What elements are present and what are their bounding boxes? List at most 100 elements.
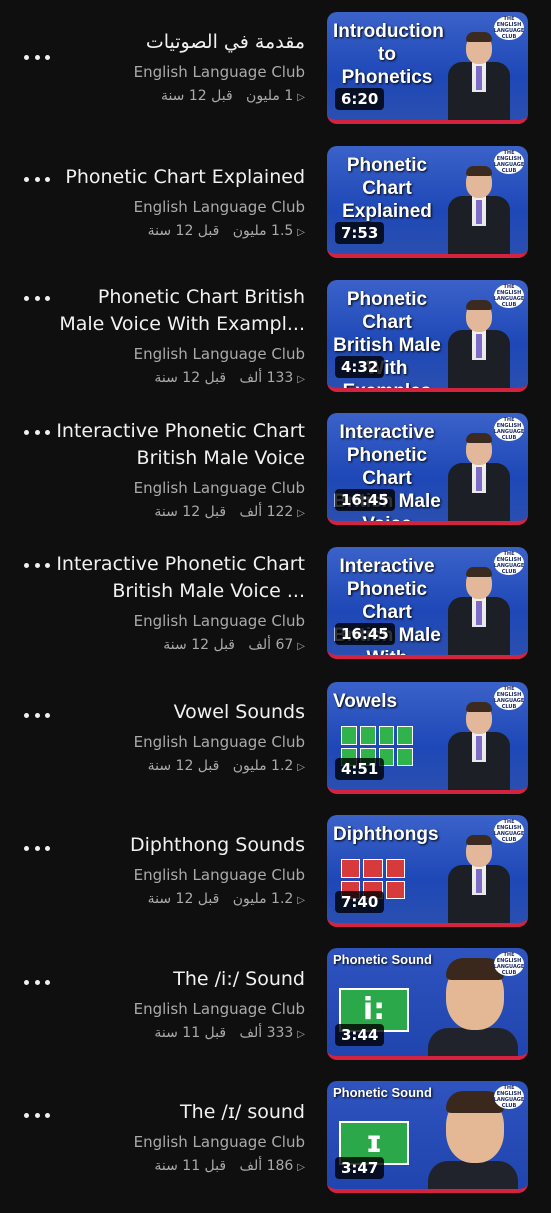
video-stats: ▷122 ألف قبل 12 سنة: [50, 502, 305, 524]
video-item[interactable]: The /ɪ/ sound English Language Club ▷186…: [0, 1080, 551, 1213]
thumbnail-caption: Vowels: [333, 691, 398, 712]
channel-name: English Language Club: [133, 198, 305, 216]
video-item[interactable]: Vowel Sounds English Language Club ▷1.2 …: [0, 680, 551, 813]
video-item[interactable]: Interactive Phonetic Chart British Male …: [0, 546, 551, 679]
video-stats: ▷133 ألف قبل 12 سنة: [50, 368, 305, 390]
video-title[interactable]: The /i:/ Sound: [50, 966, 305, 993]
upload-age: قبل 12 سنة: [147, 891, 220, 907]
view-count: 1.5 مليون: [232, 223, 294, 239]
video-thumbnail[interactable]: Phonetic Chart British Male With Example…: [327, 280, 528, 392]
more-options-icon[interactable]: [24, 552, 50, 578]
channel-name: English Language Club: [133, 866, 305, 884]
thumbnail-caption: Phonetic Sound: [333, 952, 432, 967]
upload-age: قبل 12 سنة: [154, 504, 227, 520]
channel-name: English Language Club: [133, 1000, 305, 1018]
duration-badge: 16:45: [335, 623, 395, 645]
thumbnail-caption: Diphthongs: [333, 824, 439, 845]
upload-age: قبل 12 سنة: [147, 758, 220, 774]
presenter-image: [442, 296, 516, 388]
duration-badge: 3:44: [335, 1024, 385, 1046]
thumbnail-caption: Phonetic Sound: [333, 1085, 432, 1100]
video-title[interactable]: The /ɪ/ sound: [50, 1099, 305, 1126]
video-stats: ▷1 مليون قبل 12 سنة: [50, 86, 305, 108]
duration-badge: 16:45: [335, 489, 395, 511]
duration-badge: 4:51: [335, 758, 385, 780]
video-stats: ▷333 ألف قبل 11 سنة: [50, 1023, 305, 1045]
video-item[interactable]: Phonetic Chart British Male Voice With E…: [0, 279, 551, 412]
play-icon: ▷: [297, 1162, 305, 1173]
more-options-icon[interactable]: [24, 419, 50, 445]
channel-name: English Language Club: [133, 733, 305, 751]
video-title[interactable]: Interactive Phonetic Chart British Male …: [50, 551, 305, 605]
club-logo: THE ENGLISH LANGUAGE CLUB: [493, 551, 525, 575]
more-options-icon[interactable]: [24, 1102, 50, 1128]
upload-age: قبل 12 سنة: [154, 370, 227, 386]
view-count: 186 ألف: [239, 1158, 294, 1174]
view-count: 1 مليون: [246, 88, 294, 104]
presenter-image: [442, 429, 516, 521]
video-meta[interactable]: Phonetic Chart Explained English Languag…: [50, 164, 305, 243]
channel-name: English Language Club: [133, 479, 305, 497]
play-icon: ▷: [297, 92, 305, 103]
video-stats: ▷186 ألف قبل 11 سنة: [50, 1156, 305, 1178]
video-thumbnail[interactable]: Vowels THE ENGLISH LANGUAGE CLUB 4:51: [327, 682, 528, 794]
view-count: 133 ألف: [239, 370, 294, 386]
video-thumbnail[interactable]: Phonetic Chart Explained THE ENGLISH LAN…: [327, 146, 528, 258]
video-item[interactable]: مقدمة في الصوتيات English Language Club …: [0, 12, 551, 145]
video-thumbnail[interactable]: Phonetic Sound i: THE ENGLISH LANGUAGE C…: [327, 948, 528, 1060]
duration-badge: 3:47: [335, 1157, 385, 1179]
duration-badge: 7:53: [335, 222, 385, 244]
video-item[interactable]: Diphthong Sounds English Language Club ▷…: [0, 814, 551, 947]
video-item[interactable]: Phonetic Chart Explained English Languag…: [0, 146, 551, 279]
video-meta[interactable]: Interactive Phonetic Chart British Male …: [50, 551, 305, 657]
video-item[interactable]: The /i:/ Sound English Language Club ▷33…: [0, 947, 551, 1080]
more-options-icon[interactable]: [24, 969, 50, 995]
more-options-icon[interactable]: [24, 166, 50, 192]
video-thumbnail[interactable]: Interactive Phonetic Chart British Male …: [327, 413, 528, 525]
thumbnail-caption: Introduction to Phonetics: [333, 21, 444, 88]
video-meta[interactable]: مقدمة في الصوتيات English Language Club …: [50, 29, 305, 108]
video-thumbnail[interactable]: Diphthongs THE ENGLISH LANGUAGE CLUB 7:4…: [327, 815, 528, 927]
presenter-image: [442, 698, 516, 790]
video-meta[interactable]: Phonetic Chart British Male Voice With E…: [50, 284, 305, 390]
video-title[interactable]: Diphthong Sounds: [50, 832, 305, 859]
video-meta[interactable]: Interactive Phonetic Chart British Male …: [50, 418, 305, 524]
presenter-image: [442, 831, 516, 923]
duration-badge: 4:32: [335, 356, 385, 378]
channel-name: English Language Club: [133, 1133, 305, 1151]
club-logo: THE ENGLISH LANGUAGE CLUB: [493, 16, 525, 40]
video-thumbnail[interactable]: Interactive Phonetic Chart British Male …: [327, 547, 528, 659]
view-count: 67 ألف: [248, 637, 294, 653]
video-meta[interactable]: The /ɪ/ sound English Language Club ▷186…: [50, 1099, 305, 1178]
more-options-icon[interactable]: [24, 285, 50, 311]
duration-badge: 6:20: [335, 88, 385, 110]
video-title[interactable]: Phonetic Chart British Male Voice With E…: [50, 284, 305, 338]
video-meta[interactable]: Vowel Sounds English Language Club ▷1.2 …: [50, 699, 305, 778]
video-title[interactable]: Interactive Phonetic Chart British Male …: [50, 418, 305, 472]
upload-age: قبل 11 سنة: [154, 1158, 227, 1174]
video-thumbnail[interactable]: Phonetic Sound ɪ THE ENGLISH LANGUAGE CL…: [327, 1081, 528, 1193]
view-count: 1.2 مليون: [232, 891, 294, 907]
duration-badge: 7:40: [335, 891, 385, 913]
upload-age: قبل 12 سنة: [147, 223, 220, 239]
video-title[interactable]: مقدمة في الصوتيات: [50, 29, 305, 56]
play-icon: ▷: [297, 1029, 305, 1040]
club-logo: THE ENGLISH LANGUAGE CLUB: [493, 686, 525, 710]
video-meta[interactable]: Diphthong Sounds English Language Club ▷…: [50, 832, 305, 911]
video-item[interactable]: Interactive Phonetic Chart British Male …: [0, 413, 551, 546]
video-meta[interactable]: The /i:/ Sound English Language Club ▷33…: [50, 966, 305, 1045]
presenter-image: [442, 162, 516, 254]
more-options-icon[interactable]: [24, 835, 50, 861]
upload-age: قبل 12 سنة: [160, 88, 233, 104]
video-thumbnail[interactable]: Introduction to Phonetics THE ENGLISH LA…: [327, 12, 528, 124]
more-options-icon[interactable]: [24, 702, 50, 728]
view-count: 333 ألف: [239, 1025, 294, 1041]
presenter-image: [442, 28, 516, 120]
video-title[interactable]: Vowel Sounds: [50, 699, 305, 726]
video-title[interactable]: Phonetic Chart Explained: [50, 164, 305, 191]
channel-name: English Language Club: [133, 345, 305, 363]
play-icon: ▷: [297, 374, 305, 385]
more-options-icon[interactable]: [24, 44, 50, 70]
club-logo: THE ENGLISH LANGUAGE CLUB: [493, 150, 525, 174]
play-icon: ▷: [297, 227, 305, 238]
